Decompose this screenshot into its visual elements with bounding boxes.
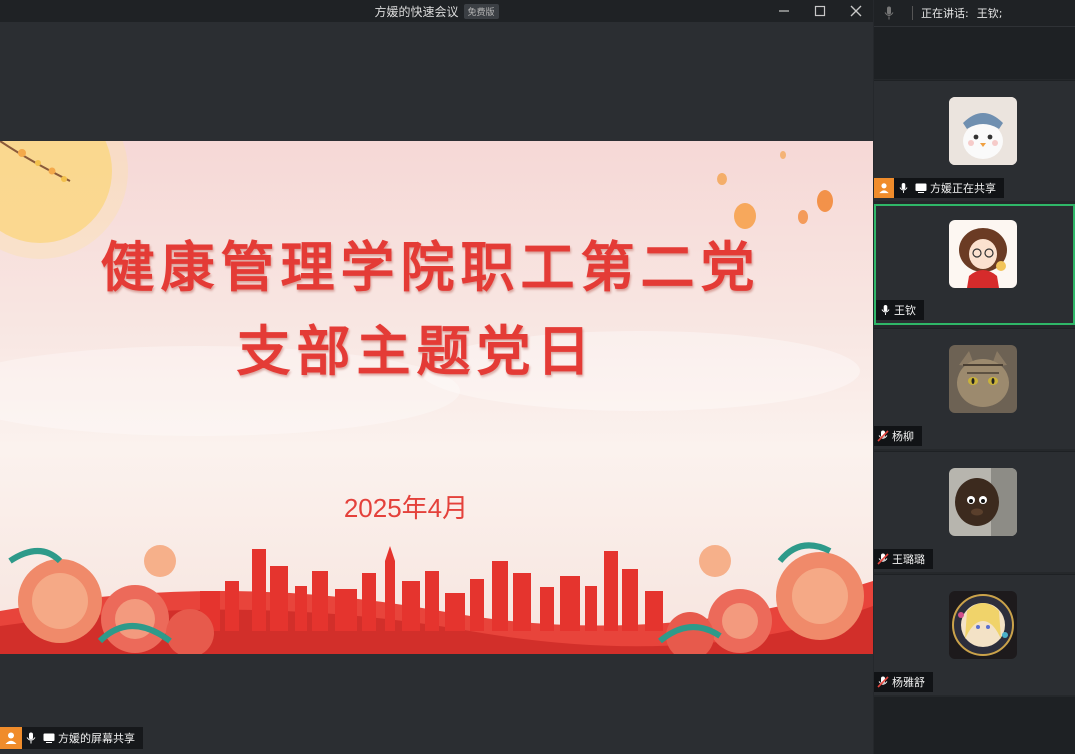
- participant-name-tag: 王璐璐: [874, 549, 933, 569]
- shared-screen-stage[interactable]: 健康管理学院职工第二党 支部主题党日 2025年4月 方媛的屏幕共享: [0, 22, 873, 754]
- edition-badge: 免费版: [463, 3, 499, 19]
- maximize-icon: [814, 5, 826, 17]
- divider: [912, 6, 913, 20]
- cat-photo-avatar: [949, 345, 1017, 413]
- participant-tile-active[interactable]: 王钦: [874, 204, 1075, 325]
- speaking-label: 正在讲话:: [921, 7, 969, 20]
- presentation-slide: 健康管理学院职工第二党 支部主题党日 2025年4月: [0, 141, 873, 654]
- presenter-icon: [0, 727, 22, 749]
- window-title: 方媛的快速会议: [374, 4, 459, 19]
- close-icon: [850, 5, 862, 17]
- participant-name-tag: 杨雅舒: [874, 672, 933, 692]
- screen-share-text: 方媛的屏幕共享: [58, 732, 135, 745]
- close-button[interactable]: [847, 2, 865, 20]
- participant-tile[interactable]: 王璐璐: [874, 451, 1075, 572]
- participant-name-tag: 方媛正在共享: [874, 178, 1004, 198]
- participant-name: 杨柳: [892, 430, 914, 443]
- muted-microphone-icon: [874, 549, 892, 569]
- slide-title-line2: 支部主题党日: [236, 319, 597, 383]
- minimize-icon: [779, 10, 789, 12]
- maximize-button[interactable]: [811, 2, 829, 20]
- participant-name-tag: 杨柳: [874, 426, 922, 446]
- window-controls: [775, 0, 865, 22]
- screen-share-label[interactable]: 方媛的屏幕共享: [0, 727, 143, 749]
- title-bar: 方媛的快速会议 免费版: [0, 0, 873, 22]
- screen-share-icon: [42, 731, 56, 745]
- participant-tile[interactable]: 杨雅舒: [874, 574, 1075, 695]
- participant-tile[interactable]: 杨柳: [874, 328, 1075, 449]
- participant-name-tag: 王钦: [876, 300, 924, 320]
- speaking-microphone-icon: [874, 6, 904, 20]
- microphone-icon: [876, 300, 894, 320]
- speaking-indicator: 正在讲话: 王钦;: [874, 0, 1075, 27]
- slide-decoration: [0, 141, 873, 654]
- microphone-icon: [24, 731, 38, 745]
- muted-microphone-icon: [874, 672, 892, 692]
- minimize-button[interactable]: [775, 2, 793, 20]
- panel-bottom-bar: [874, 697, 1075, 754]
- slide-date: 2025年4月: [343, 493, 469, 523]
- panel-spacer: [874, 27, 1075, 79]
- participant-name: 杨雅舒: [892, 676, 925, 689]
- microphone-icon: [896, 181, 910, 195]
- participant-name: 方媛正在共享: [930, 182, 996, 195]
- cartoon-girl-avatar: [949, 220, 1017, 288]
- participant-name: 王璐璐: [892, 553, 925, 566]
- screen-share-icon: [914, 181, 928, 195]
- participant-name: 王钦: [894, 304, 916, 317]
- presenter-icon: [874, 178, 894, 198]
- cartoon-bird-avatar: [949, 97, 1017, 165]
- muted-microphone-icon: [874, 426, 892, 446]
- participant-tile[interactable]: 方媛正在共享: [874, 80, 1075, 201]
- current-speaker: 王钦;: [976, 7, 1003, 20]
- anime-circle-avatar: [949, 591, 1017, 659]
- furry-doll-avatar: [949, 468, 1017, 536]
- slide-title-line1: 健康管理学院职工第二党: [100, 235, 761, 299]
- participant-panel: 正在讲话: 王钦; 方媛正在共享 王钦 杨柳 王璐璐 杨雅舒: [874, 0, 1075, 754]
